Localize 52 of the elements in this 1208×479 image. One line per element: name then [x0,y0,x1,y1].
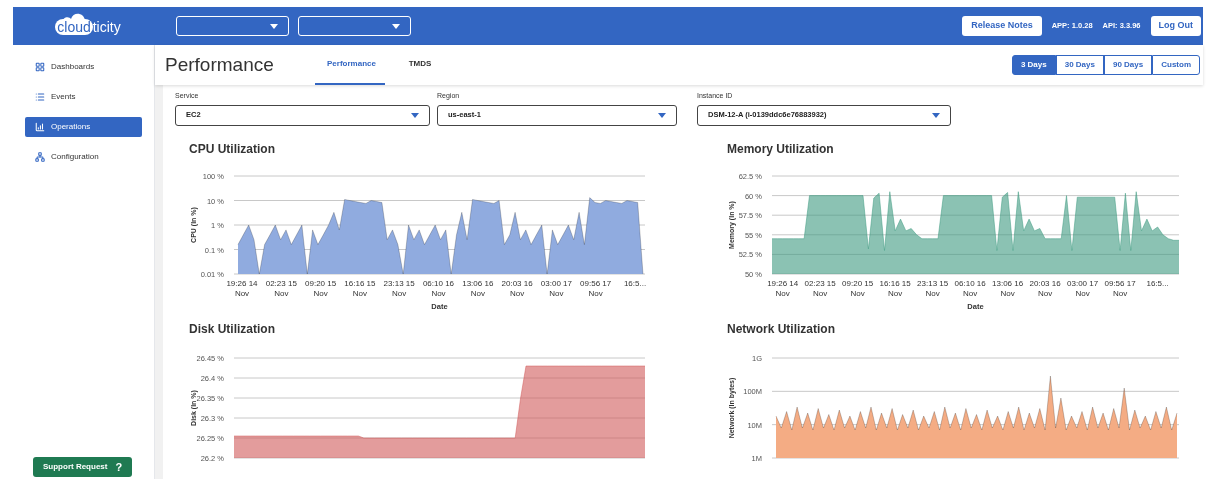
chart-title: Disk Utilization [189,320,276,338]
page-title: Performance [165,52,275,77]
support-request-button[interactable]: Support Request ? [33,457,133,477]
date-range-button[interactable]: 3 Days [1011,55,1056,75]
x-tick-label: 06:10 16 Nov [953,278,987,299]
caret-icon [932,112,940,118]
x-tick-label: 23:13 15 Nov [916,278,950,299]
x-tick-label: 03:00 17 Nov [539,278,573,299]
x-tick-label: 02:23 15 Nov [803,278,837,299]
logout-button[interactable]: Log Out [1150,16,1201,36]
date-range-button[interactable]: 30 Days [1055,55,1104,75]
x-tick-label: 09:20 15 Nov [304,278,338,299]
x-tick-label: 13:06 16 Nov [461,278,495,299]
header-dropdown[interactable] [176,16,289,36]
sidebar-item[interactable]: Operations [25,117,142,137]
x-tick-label: 02:23 15 Nov [264,278,298,299]
sidebar-item[interactable]: Configuration [25,147,142,167]
x-tick-label: 09:20 15 Nov [841,278,875,299]
sidebar-item[interactable]: Dashboards [25,57,142,77]
menu-icon [35,62,45,72]
caret-icon [411,112,419,118]
menu-icon [35,92,45,102]
date-range-button[interactable]: Custom [1152,55,1200,75]
x-tick-label: 09:56 17 Nov [1103,278,1137,299]
x-tick-label: 09:56 17 Nov [579,278,613,299]
x-tick-label: 23:13 15 Nov [382,278,416,299]
x-tick-label: 19:26 14 Nov [766,278,800,299]
chart-title: CPU Utilization [189,140,276,158]
logo-text: cloud ticity [55,18,121,37]
x-tick-label: 20:03 16 Nov [500,278,534,299]
release-notes-button[interactable]: Release Notes [962,16,1042,36]
x-tick-label: 16:16 15 Nov [343,278,377,299]
header-dropdown[interactable] [298,16,411,36]
x-tick-label: 06:10 16 Nov [421,278,456,299]
x-tick-label: 03:00 17 Nov [1066,278,1100,299]
caret-icon [392,23,400,29]
tab[interactable]: TMDS [385,45,455,85]
chart-title: Memory Utilization [727,140,835,158]
caret-icon [270,23,278,29]
sidebar-item[interactable]: Events [25,87,142,107]
date-range-button[interactable]: 90 Days [1103,55,1153,75]
x-tick-label: 19:26 14 Nov [225,278,259,299]
chart-title: Network Utilization [727,320,836,338]
x-tick-label: 20:03 16 Nov [1028,278,1062,299]
menu-icon [35,152,45,162]
menu-icon [35,122,45,132]
x-tick-label: 16:5... [1145,278,1170,289]
x-tick-label: 16:5... [622,278,648,289]
caret-icon [658,112,666,118]
help-icon: ? [115,458,123,476]
x-tick-label: 13:06 16 Nov [991,278,1025,299]
x-tick-label: 16:16 15 Nov [878,278,912,299]
